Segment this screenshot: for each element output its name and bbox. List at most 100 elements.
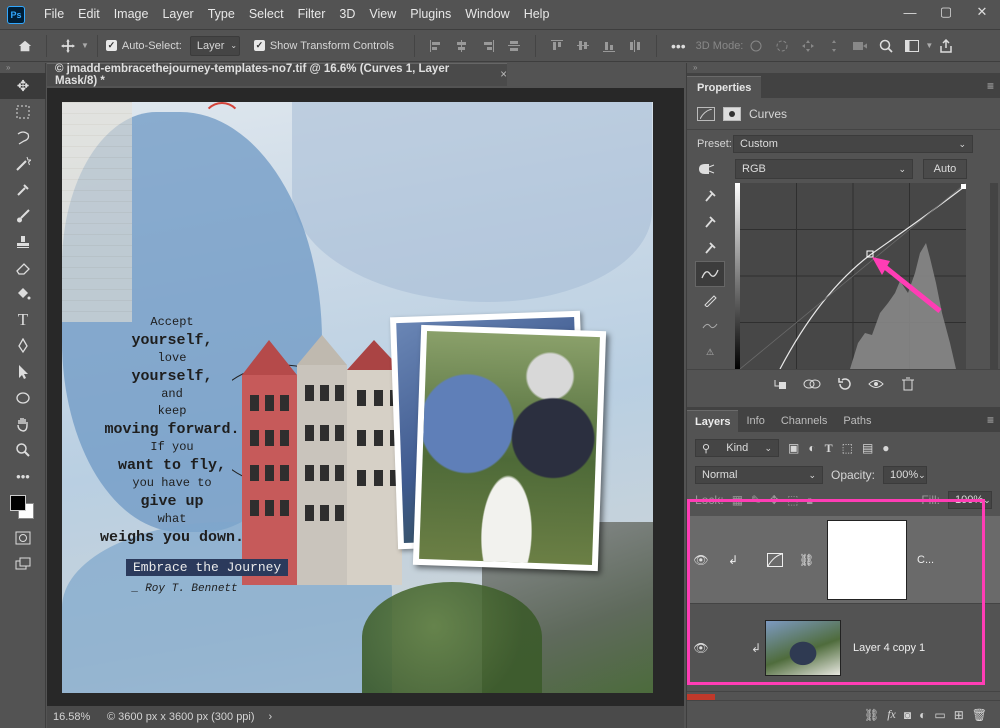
gray-point-eyedropper-icon[interactable] (695, 209, 725, 235)
distribute-v-icon[interactable] (628, 39, 642, 53)
lock-artboard-icon[interactable]: ⬚ (787, 493, 798, 507)
lasso-tool[interactable] (0, 125, 46, 151)
zoom-tool[interactable] (0, 437, 46, 463)
layer-row-photo[interactable]: 👁︎ ↲ Layer 4 copy 1 (687, 604, 1000, 692)
more-tools-icon[interactable]: ••• (0, 463, 46, 489)
menu-help[interactable]: Help (517, 0, 557, 29)
opacity-field[interactable]: 100% ⌄ (883, 466, 928, 484)
new-group-icon[interactable]: ▭ (934, 708, 945, 722)
tab-paths[interactable]: Paths (835, 410, 879, 432)
menu-3d[interactable]: 3D (332, 0, 362, 29)
black-point-eyedropper-icon[interactable] (695, 183, 725, 209)
eraser-tool[interactable] (0, 255, 46, 281)
align-middle-icon[interactable] (576, 39, 590, 53)
delete-adjustment-icon[interactable] (897, 375, 919, 393)
workspace-icon[interactable] (905, 39, 920, 53)
panel-menu-icon[interactable]: ≡ (987, 413, 994, 427)
menu-view[interactable]: View (362, 0, 403, 29)
auto-button[interactable]: Auto (923, 159, 967, 179)
share-icon[interactable] (939, 38, 953, 53)
magic-wand-tool[interactable] (0, 151, 46, 177)
kind-filter-dropdown[interactable]: ⚲ Kind ⌄ (695, 439, 779, 457)
brush-tool[interactable] (0, 203, 46, 229)
align-right-icon[interactable] (481, 39, 495, 53)
marquee-tool[interactable] (0, 99, 46, 125)
align-left-icon[interactable] (429, 39, 443, 53)
visibility-eye-icon[interactable]: 👁︎ (687, 641, 715, 655)
move-tool-icon[interactable] (61, 38, 75, 53)
menu-select[interactable]: Select (242, 0, 291, 29)
stamp-tool[interactable] (0, 229, 46, 255)
status-menu-arrow[interactable]: › (269, 711, 273, 723)
mask-link-icon[interactable]: ⛓ (799, 553, 819, 567)
menu-window[interactable]: Window (458, 0, 516, 29)
chevron-down-icon[interactable]: ▼ (81, 41, 89, 50)
link-layers-icon[interactable]: ⛓ (864, 708, 879, 722)
curves-adjustment-icon[interactable] (697, 106, 715, 121)
panel-menu-icon[interactable]: ≡ (987, 79, 994, 93)
auto-select-target-dropdown[interactable]: Layer ⌄ (189, 35, 240, 56)
align-top-icon[interactable] (550, 39, 564, 53)
3d-slide-icon[interactable] (827, 39, 841, 53)
quick-mask-icon[interactable] (0, 525, 46, 551)
home-icon[interactable] (18, 39, 32, 53)
tab-channels[interactable]: Channels (773, 410, 835, 432)
layer-mask-icon[interactable] (723, 106, 741, 121)
eyedropper-tool[interactable] (0, 177, 46, 203)
new-adjustment-icon[interactable]: ◐ (919, 708, 926, 722)
chevron-down-icon[interactable]: ▼ (925, 41, 933, 50)
3d-orbit-icon[interactable] (749, 39, 763, 53)
align-bottom-icon[interactable] (602, 39, 616, 53)
type-tool[interactable]: T (0, 307, 46, 333)
fill-field[interactable]: 100% ⌄ (948, 491, 992, 509)
filter-adjustment-icon[interactable]: ◐ (808, 441, 815, 455)
layer-name[interactable]: C... (917, 554, 934, 566)
lock-all-icon[interactable]: 🔒︎ (807, 493, 813, 508)
filter-toggle-icon[interactable]: ● (882, 441, 889, 455)
filter-type-icon[interactable]: T (825, 441, 833, 456)
3d-camera-icon[interactable] (853, 39, 868, 53)
curves-graph[interactable] (739, 182, 967, 370)
filter-shape-icon[interactable]: ⬚ (842, 441, 853, 455)
clip-to-layer-icon[interactable] (769, 375, 791, 393)
channel-dropdown[interactable]: RGB ⌄ (735, 159, 913, 179)
lock-brush-icon[interactable]: ✎ (751, 493, 761, 507)
filter-smart-object-icon[interactable]: ▤ (862, 441, 873, 455)
foreground-color-swatch[interactable] (10, 495, 26, 511)
add-mask-icon[interactable]: ◙ (904, 708, 911, 722)
pen-tool[interactable] (0, 333, 46, 359)
curve-point-tool-icon[interactable] (695, 261, 725, 287)
visibility-eye-icon[interactable] (865, 375, 887, 393)
preset-dropdown[interactable]: Custom ⌄ (733, 135, 973, 153)
filter-pixel-icon[interactable]: ▣ (788, 441, 799, 455)
menu-layer[interactable]: Layer (155, 0, 200, 29)
blend-mode-dropdown[interactable]: Normal ⌄ (695, 466, 823, 484)
pencil-draw-icon[interactable] (695, 287, 725, 313)
tab-layers[interactable]: Layers (687, 410, 739, 432)
bucket-tool[interactable] (0, 281, 46, 307)
white-point-eyedropper-icon[interactable] (695, 235, 725, 261)
layer-effects-icon[interactable]: fx (887, 707, 896, 722)
layer-name[interactable]: Layer 4 copy 1 (853, 642, 925, 654)
lock-transparency-icon[interactable]: ▦ (732, 493, 743, 507)
color-swatches[interactable] (0, 489, 46, 525)
distribute-icon[interactable] (507, 39, 521, 53)
tab-info[interactable]: Info (738, 410, 772, 432)
document-canvas-area[interactable]: Accept yourself, love yourself, and keep… (47, 88, 684, 706)
menu-file[interactable]: File (37, 0, 71, 29)
hand-tool[interactable] (0, 411, 46, 437)
zoom-level[interactable]: 16.58% (47, 711, 97, 723)
align-center-h-icon[interactable] (455, 39, 469, 53)
layer-mask-thumbnail[interactable] (827, 519, 907, 600)
properties-scrollbar[interactable] (990, 183, 998, 369)
screen-mode-icon[interactable] (0, 551, 46, 577)
more-options-icon[interactable]: ••• (671, 38, 686, 54)
menu-edit[interactable]: Edit (71, 0, 107, 29)
collapse-panels-icon[interactable]: » (687, 63, 1000, 73)
canvas-artwork[interactable]: Accept yourself, love yourself, and keep… (62, 102, 653, 693)
new-layer-icon[interactable]: ⊞ (954, 708, 964, 722)
view-previous-state-icon[interactable] (801, 375, 823, 393)
menu-type[interactable]: Type (201, 0, 242, 29)
properties-tab[interactable]: Properties (687, 76, 762, 98)
close-button[interactable]: ✕ (964, 0, 1000, 24)
